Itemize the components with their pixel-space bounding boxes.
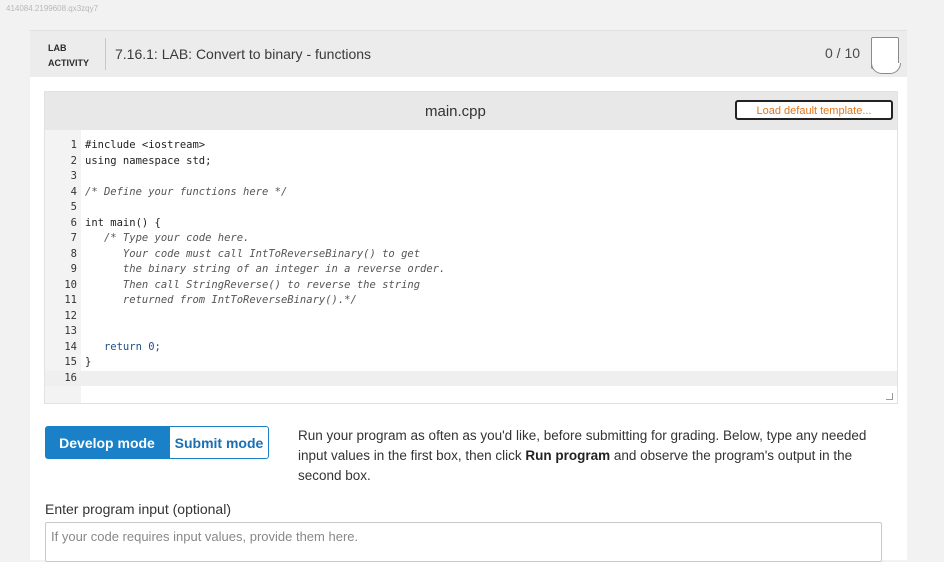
score-text: 0 / 10 xyxy=(825,45,861,61)
line-number: 8 xyxy=(70,247,77,260)
code-line[interactable]: 4 /* Define your functions here */ xyxy=(45,185,897,201)
code-line[interactable]: 8 Your code must call IntToReverseBinary… xyxy=(45,247,897,263)
line-number: 11 xyxy=(64,294,77,306)
code-line[interactable]: 2 using namespace std; xyxy=(45,154,897,170)
editor-toolbar: main.cpp Load default template... xyxy=(45,92,897,130)
line-number: 14 xyxy=(64,340,77,353)
code-line[interactable]: 10 Then call StringReverse() to reverse … xyxy=(45,278,897,294)
code-editor[interactable]: main.cpp Load default template... 1 #incl… xyxy=(44,91,898,404)
develop-mode-button[interactable]: Develop mode xyxy=(45,426,169,459)
line-number: 3 xyxy=(70,170,77,182)
line-number: 2 xyxy=(70,154,77,167)
code-line-text: /* Type your code here. xyxy=(85,232,250,244)
code-line-text: /* Define your functions here */ xyxy=(85,185,288,198)
mode-toggle: Develop mode Submit mode xyxy=(45,426,269,459)
code-line[interactable]: 3 xyxy=(45,169,897,185)
code-line[interactable]: 1 #include <iostream> xyxy=(45,138,897,154)
code-line-text: int main() { xyxy=(85,216,161,229)
mode-instructions: Run your program as often as you'd like,… xyxy=(298,426,898,486)
watermark-text: 414084.2199608.qx3zqy7 xyxy=(6,4,99,13)
code-line-text: Then call StringReverse() to reverse the… xyxy=(85,278,421,291)
editor-filename: main.cpp xyxy=(425,103,486,120)
code-line-text: Your code must call IntToReverseBinary()… xyxy=(85,247,421,260)
code-line[interactable]: 6 int main() { xyxy=(45,216,897,232)
code-line-text: the binary string of an integer in a rev… xyxy=(85,263,446,275)
line-number: 5 xyxy=(70,201,77,213)
code-line[interactable]: 15} xyxy=(45,355,897,371)
code-line[interactable]: 13 xyxy=(45,324,897,340)
code-line[interactable]: 7 /* Type your code here. xyxy=(45,231,897,247)
line-number: 7 xyxy=(70,232,77,244)
program-input-field[interactable] xyxy=(45,522,882,562)
line-number: 15 xyxy=(64,356,77,368)
lab-activity-label: LAB ACTIVITY xyxy=(48,41,89,71)
submit-mode-button[interactable]: Submit mode xyxy=(169,426,269,459)
lab-label-line2: ACTIVITY xyxy=(48,58,90,68)
load-default-template-button[interactable]: Load default template... xyxy=(735,100,893,120)
line-number: 4 xyxy=(70,185,77,198)
line-number: 13 xyxy=(64,325,77,337)
code-line[interactable]: 14 return 0; xyxy=(45,340,897,356)
lab-label-line1: LAB xyxy=(48,43,67,53)
line-number: 10 xyxy=(64,278,77,291)
lab-activity-card: LAB ACTIVITY 7.16.1: LAB: Convert to bin… xyxy=(30,30,907,562)
score-badge-icon xyxy=(871,37,901,74)
program-input-label: Enter program input (optional) xyxy=(45,501,231,517)
code-line-text: returned from IntToReverseBinary().*/ xyxy=(85,294,357,306)
code-line[interactable]: 9 the binary string of an integer in a r… xyxy=(45,262,897,278)
code-line-text: using namespace std; xyxy=(85,154,212,167)
code-line[interactable]: 16 xyxy=(45,370,897,386)
header-divider xyxy=(105,38,106,70)
code-line[interactable]: 5 xyxy=(45,200,897,216)
code-line-text: } xyxy=(85,356,92,368)
code-line[interactable]: 11 returned from IntToReverseBinary().*/ xyxy=(45,293,897,309)
code-line-text: return 0; xyxy=(85,340,161,353)
code-line[interactable]: 12 xyxy=(45,309,897,325)
line-number: 16 xyxy=(64,371,77,384)
code-line-text: #include <iostream> xyxy=(85,139,206,151)
code-area[interactable]: 1 #include <iostream> 2 using namespace std… xyxy=(45,138,897,386)
line-number: 12 xyxy=(64,309,77,322)
lab-header: LAB ACTIVITY 7.16.1: LAB: Convert to bin… xyxy=(30,31,907,77)
instructions-run-program: Run program xyxy=(525,448,611,463)
resize-handle-icon[interactable] xyxy=(886,393,893,400)
line-number: 9 xyxy=(70,263,77,275)
line-number: 1 xyxy=(70,139,77,151)
lab-title: 7.16.1: LAB: Convert to binary - functio… xyxy=(115,46,372,62)
line-number: 6 xyxy=(70,216,77,229)
